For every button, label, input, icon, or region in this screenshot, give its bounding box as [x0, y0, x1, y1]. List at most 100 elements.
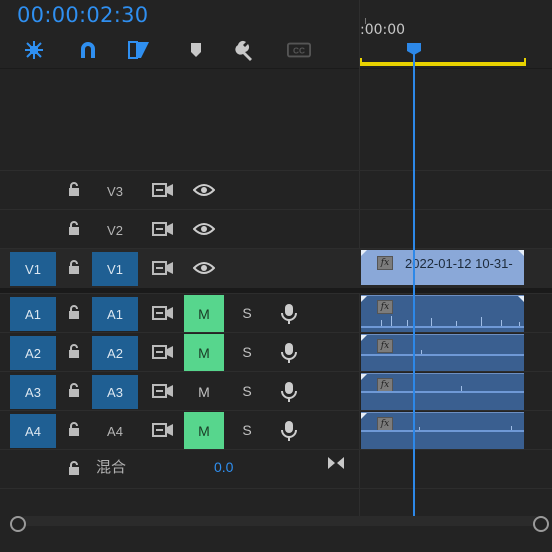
sync-lock-icon[interactable] [152, 344, 174, 360]
source-patch-a3[interactable]: A3 [10, 375, 56, 409]
lock-icon[interactable] [67, 181, 81, 197]
voice-over-mic-icon[interactable] [281, 303, 297, 325]
snap-magnet-icon[interactable] [76, 38, 100, 62]
clip-end-marker [518, 250, 524, 256]
waveform-peak [511, 426, 512, 430]
go-to-in-out-icon[interactable] [327, 456, 345, 470]
audio-clip-a3[interactable]: fx [361, 373, 524, 410]
lock-icon[interactable] [67, 259, 81, 275]
lock-icon[interactable] [67, 304, 81, 320]
track-row-mix [0, 449, 552, 489]
track-target-v1[interactable]: V1 [92, 252, 138, 286]
toggle-output-eye-icon[interactable] [193, 261, 215, 275]
waveform-peak [407, 320, 408, 326]
captions-icon[interactable]: CC [287, 38, 311, 62]
waveform-peak [419, 427, 420, 430]
mute-button-a3[interactable]: M [184, 373, 224, 410]
video-clip-title: 2022-01-12 10-31- [405, 256, 513, 271]
voice-over-mic-icon[interactable] [281, 381, 297, 403]
solo-button-a3[interactable]: S [239, 383, 255, 399]
source-patch-a4[interactable]: A4 [10, 414, 56, 448]
toggle-output-eye-icon[interactable] [193, 222, 215, 236]
clip-start-marker [361, 413, 367, 419]
audio-clip-a2[interactable]: fx [361, 334, 524, 371]
waveform-peak [431, 318, 432, 326]
mix-volume-value[interactable]: 0.0 [214, 459, 233, 475]
clip-start-marker [361, 335, 367, 341]
voice-over-mic-icon[interactable] [281, 420, 297, 442]
fx-badge-icon[interactable]: fx [377, 300, 393, 314]
mix-track-label: 混合 [96, 458, 127, 476]
waveform-peak [481, 317, 482, 326]
solo-button-a4[interactable]: S [239, 422, 255, 438]
source-patch-a1[interactable]: A1 [10, 297, 56, 331]
work-area-bar[interactable] [360, 62, 526, 66]
scrollbar-right-handle[interactable] [533, 516, 549, 532]
track-target-a1[interactable]: A1 [92, 297, 138, 331]
lock-icon[interactable] [67, 382, 81, 398]
waveform-peak [461, 386, 462, 391]
track-row-v3: V3 [0, 170, 552, 210]
fx-badge-icon[interactable]: fx [377, 339, 393, 353]
mute-button-a4[interactable]: M [184, 412, 224, 449]
clip-end-marker [518, 296, 524, 302]
solo-button-a1[interactable]: S [239, 305, 255, 321]
track-target-a4[interactable]: A4 [92, 414, 138, 448]
track-target-a3[interactable]: A3 [92, 375, 138, 409]
mute-button-a2[interactable]: M [184, 334, 224, 371]
sync-lock-icon[interactable] [152, 383, 174, 399]
lock-icon[interactable] [67, 220, 81, 236]
timecode-display[interactable]: 00:00:02:30 [17, 3, 148, 27]
waveform-peak [391, 316, 392, 326]
clip-start-marker [361, 250, 367, 256]
waveform-peak [501, 320, 502, 326]
toggle-output-eye-icon[interactable] [193, 183, 215, 197]
audio-waveform [361, 354, 524, 356]
playhead-handle[interactable] [406, 42, 422, 56]
track-row-empty [0, 488, 552, 516]
waveform-peak [519, 322, 520, 326]
sync-lock-icon[interactable] [152, 182, 174, 198]
lock-icon[interactable] [67, 421, 81, 437]
waveform-peak [456, 321, 457, 326]
waveform-peak [421, 350, 422, 354]
audio-waveform [361, 391, 524, 393]
source-patch-a2[interactable]: A2 [10, 336, 56, 370]
track-row-v2: V2 [0, 209, 552, 249]
audio-clip-a4[interactable]: fx [361, 412, 524, 449]
track-target-v2[interactable]: V2 [92, 213, 138, 247]
track-target-v3[interactable]: V3 [92, 174, 138, 208]
fx-badge-icon[interactable]: fx [377, 378, 393, 392]
header-divider [0, 68, 552, 69]
clip-start-marker [361, 296, 367, 302]
scrollbar-left-handle[interactable] [10, 516, 26, 532]
waveform-peak [381, 320, 382, 326]
svg-text:CC: CC [293, 46, 305, 56]
solo-button-a2[interactable]: S [239, 344, 255, 360]
voice-over-mic-icon[interactable] [281, 342, 297, 364]
work-area-end-handle[interactable] [524, 58, 526, 66]
add-marker-icon[interactable] [184, 38, 208, 62]
track-target-a2[interactable]: A2 [92, 336, 138, 370]
sync-lock-icon[interactable] [152, 305, 174, 321]
fx-badge-icon[interactable]: fx [377, 256, 393, 270]
lock-icon[interactable] [67, 343, 81, 359]
work-area-start-handle[interactable] [360, 58, 362, 66]
audio-waveform [361, 326, 524, 328]
sync-lock-icon[interactable] [152, 422, 174, 438]
settings-wrench-icon[interactable] [234, 38, 258, 62]
ruler-start-label: :00:00 [360, 22, 406, 38]
clip-start-marker [361, 374, 367, 380]
sync-lock-icon[interactable] [152, 221, 174, 237]
sync-lock-icon[interactable] [152, 260, 174, 276]
source-patch-v1[interactable]: V1 [10, 252, 56, 286]
lock-icon[interactable] [67, 460, 81, 476]
video-clip[interactable]: fx 2022-01-12 10-31- [361, 250, 524, 285]
audio-clip-a1[interactable]: fx [361, 295, 524, 332]
playhead-line[interactable] [413, 48, 415, 516]
mute-button-a1[interactable]: M [184, 295, 224, 332]
nest-icon[interactable] [22, 38, 46, 62]
fx-badge-icon[interactable]: fx [377, 417, 393, 431]
linked-selection-icon[interactable] [127, 38, 151, 62]
horizontal-scrollbar[interactable] [20, 516, 540, 526]
